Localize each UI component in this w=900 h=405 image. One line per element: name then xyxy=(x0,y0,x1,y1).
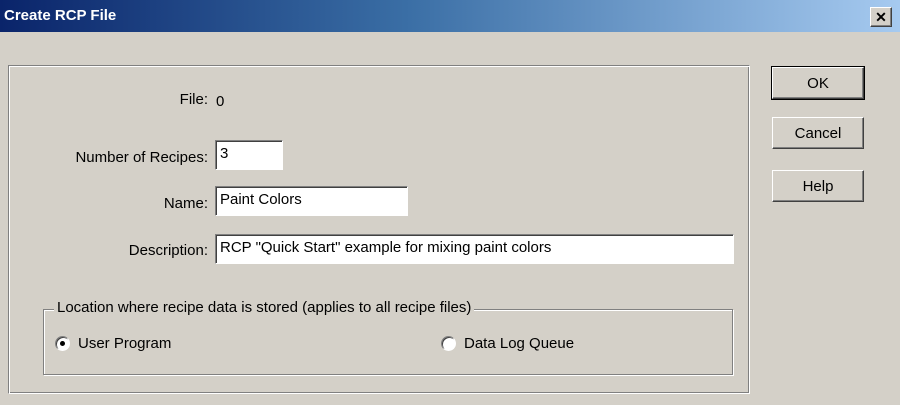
file-label: File: xyxy=(179,91,208,108)
help-button[interactable]: Help xyxy=(772,170,864,202)
radio-data-log-queue[interactable]: Data Log Queue xyxy=(441,335,574,352)
recipes-label: Number of Recipes: xyxy=(75,149,208,166)
radio-selected-icon[interactable] xyxy=(55,336,70,351)
radio-user-program-label: User Program xyxy=(78,335,172,352)
file-value: 0 xyxy=(216,93,225,110)
window-title: Create RCP File xyxy=(4,7,117,24)
close-icon: ✕ xyxy=(875,9,887,25)
name-label: Name: xyxy=(163,195,208,212)
create-rcp-file-dialog: Create RCP File ✕ File: 0 Number of Reci… xyxy=(0,0,900,405)
cancel-button[interactable]: Cancel xyxy=(772,117,864,149)
description-label: Description: xyxy=(128,242,208,259)
radio-unselected-icon[interactable] xyxy=(441,336,456,351)
description-field[interactable]: RCP "Quick Start" example for mixing pai… xyxy=(215,234,734,264)
location-group-legend: Location where recipe data is stored (ap… xyxy=(54,299,475,316)
recipes-field[interactable]: 3 xyxy=(215,140,283,170)
location-group: Location where recipe data is stored (ap… xyxy=(43,299,733,375)
radio-data-log-queue-label: Data Log Queue xyxy=(464,335,575,352)
close-button[interactable]: ✕ xyxy=(870,7,892,27)
title-bar[interactable]: Create RCP File ✕ xyxy=(0,0,900,32)
name-field[interactable]: Paint Colors xyxy=(215,186,408,216)
ok-button[interactable]: OK xyxy=(771,66,865,100)
radio-user-program[interactable]: User Program xyxy=(55,335,171,352)
